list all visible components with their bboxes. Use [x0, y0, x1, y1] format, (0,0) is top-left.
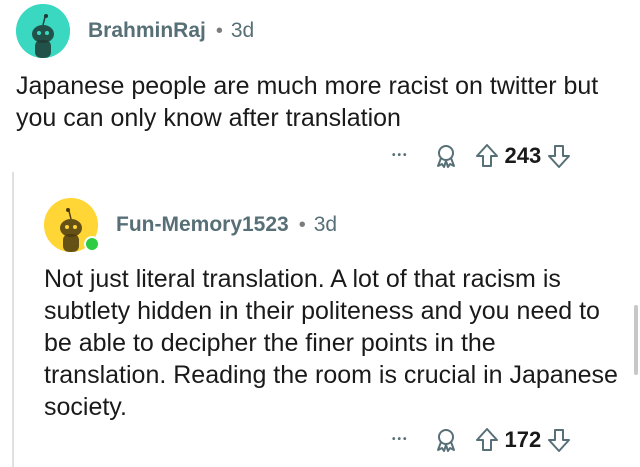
snoo-avatar-icon — [16, 4, 70, 58]
timestamp[interactable]: 3d — [231, 19, 254, 43]
more-options-button[interactable]: ••• — [392, 151, 409, 161]
username[interactable]: Fun-Memory1523 — [116, 213, 289, 237]
upvote-icon[interactable] — [475, 143, 499, 169]
avatar[interactable] — [16, 4, 70, 58]
more-options-button[interactable]: ••• — [392, 435, 409, 445]
comment-body: Japanese people are much more racist on … — [16, 72, 599, 132]
award-icon[interactable] — [433, 427, 459, 453]
comment-actions: ••• 243 — [392, 143, 571, 169]
vote-score: 172 — [504, 427, 542, 452]
downvote-icon[interactable] — [547, 143, 571, 169]
comment-actions: ••• 172 — [392, 427, 571, 453]
separator: • — [298, 213, 306, 236]
comment-header: BrahminRaj • 3d — [16, 4, 254, 58]
upvote-icon[interactable] — [475, 427, 499, 453]
downvote-icon[interactable] — [547, 427, 571, 453]
thread-line[interactable] — [12, 172, 14, 467]
comment-body: Not just literal translation. A lot of t… — [44, 265, 618, 421]
timestamp[interactable]: 3d — [314, 213, 337, 237]
username[interactable]: BrahminRaj — [88, 19, 206, 43]
vote-score: 243 — [504, 143, 542, 168]
award-icon[interactable] — [433, 143, 459, 169]
separator: • — [215, 19, 223, 42]
online-status-dot — [84, 236, 100, 252]
scrollbar[interactable] — [634, 305, 638, 375]
comment-header: Fun-Memory1523 • 3d — [44, 198, 337, 252]
comment-thread: BrahminRaj • 3d Japanese people are much… — [0, 0, 640, 467]
